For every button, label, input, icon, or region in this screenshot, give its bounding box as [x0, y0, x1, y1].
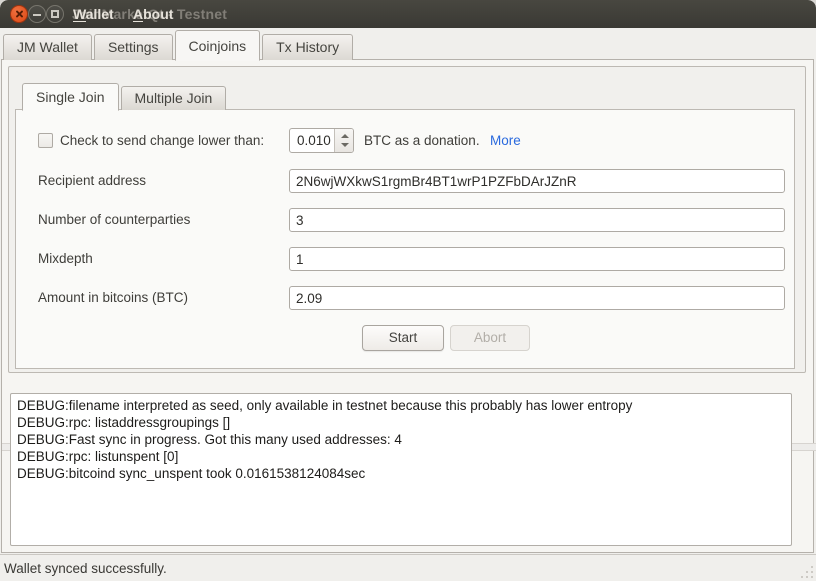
tab-multiple-join[interactable]: Multiple Join [121, 86, 227, 110]
log-line: DEBUG:rpc: listunspent [0] [17, 448, 785, 465]
mixdepth-row: Mixdepth [16, 247, 794, 271]
tab-coinjoins[interactable]: Coinjoins [175, 30, 261, 61]
recipient-address-input[interactable] [289, 169, 785, 193]
donation-row: Check to send change lower than: 0.010 B… [16, 127, 794, 155]
amount-row: Amount in bitcoins (BTC) [16, 286, 794, 310]
donation-more-link[interactable]: More [490, 133, 521, 148]
join-tabbar: Single Join Multiple Join [22, 81, 228, 110]
tab-tx-history[interactable]: Tx History [262, 34, 353, 60]
abort-button: Abort [450, 325, 530, 351]
minimize-button[interactable] [28, 5, 46, 23]
main-tabbar: JM Wallet Settings Coinjoins Tx History [0, 28, 816, 60]
maximize-button[interactable] [46, 5, 64, 23]
tab-single-join[interactable]: Single Join [22, 83, 119, 111]
statusbar: Wallet synced successfully. [0, 554, 816, 581]
spin-up-icon[interactable] [341, 134, 349, 138]
maximize-icon [51, 10, 59, 18]
start-button[interactable]: Start [362, 325, 444, 351]
donation-amount-value: 0.010 [297, 133, 331, 148]
spin-down-icon[interactable] [341, 143, 349, 147]
single-join-pane: Check to send change lower than: 0.010 B… [15, 109, 795, 369]
recipient-address-label: Recipient address [38, 173, 146, 188]
coinjoins-pane: Single Join Multiple Join Check to send … [1, 59, 814, 553]
log-line: DEBUG:bitcoind sync_unspent took 0.01615… [17, 465, 785, 482]
donation-checkbox[interactable] [38, 133, 53, 148]
log-output[interactable]: DEBUG:filename interpreted as seed, only… [10, 393, 792, 546]
counterparties-label: Number of counterparties [38, 212, 190, 227]
app-window: JoinMarketQt - Testnet Wallet About JM W… [0, 0, 816, 581]
minimize-icon [33, 14, 41, 16]
log-line: DEBUG:filename interpreted as seed, only… [17, 397, 785, 414]
log-line: DEBUG:Fast sync in progress. Got this ma… [17, 431, 785, 448]
donation-amount-spinner[interactable]: 0.010 [289, 128, 354, 153]
close-icon [15, 10, 23, 18]
status-message: Wallet synced successfully. [4, 561, 167, 576]
donation-suffix-label: BTC as a donation. [364, 133, 480, 148]
action-buttons-row: Start Abort [16, 325, 794, 352]
tab-jm-wallet[interactable]: JM Wallet [3, 34, 92, 60]
amount-label: Amount in bitcoins (BTC) [38, 290, 188, 305]
close-button[interactable] [10, 5, 28, 23]
join-frame: Single Join Multiple Join Check to send … [8, 66, 806, 373]
mixdepth-input[interactable] [289, 247, 785, 271]
log-line: DEBUG:rpc: listaddressgroupings [] [17, 414, 785, 431]
counterparties-input[interactable] [289, 208, 785, 232]
donation-checkbox-label: Check to send change lower than: [60, 133, 264, 148]
mixdepth-label: Mixdepth [38, 251, 93, 266]
tab-settings[interactable]: Settings [94, 34, 173, 60]
amount-input[interactable] [289, 286, 785, 310]
titlebar: JoinMarketQt - Testnet Wallet About [0, 0, 816, 28]
resize-grip-icon[interactable] [799, 564, 813, 578]
spinner-buttons[interactable] [334, 129, 353, 152]
window-title: JoinMarketQt - Testnet [72, 6, 227, 22]
recipient-address-row: Recipient address [16, 169, 794, 193]
counterparties-row: Number of counterparties [16, 208, 794, 232]
